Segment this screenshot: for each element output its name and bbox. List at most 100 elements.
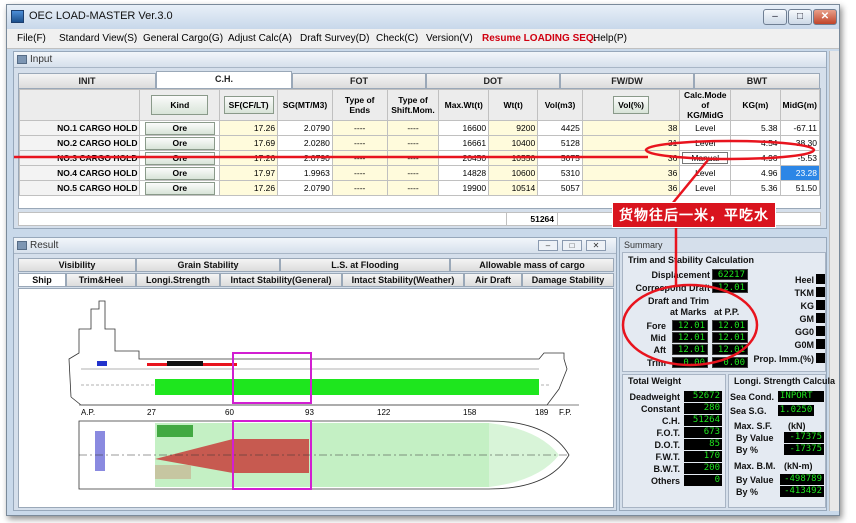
menu-adjust-calc[interactable]: Adjust Calc(A) bbox=[228, 33, 292, 44]
menu-version[interactable]: Version(V) bbox=[426, 33, 473, 44]
close-button[interactable]: ✕ bbox=[813, 9, 837, 25]
tab-air-draft[interactable]: Air Draft bbox=[464, 273, 522, 287]
summary-panel: Summary Trim and Stability Calculation D… bbox=[619, 237, 835, 511]
col-vol-pct[interactable]: Vol(%) bbox=[581, 89, 681, 121]
row-kind[interactable]: Ore bbox=[139, 180, 221, 196]
row-midg: -5.53 bbox=[779, 150, 821, 166]
row-type-shift[interactable]: ---- bbox=[386, 150, 440, 166]
result-close-button[interactable]: ✕ bbox=[586, 240, 606, 251]
col-vol: Vol(m3) bbox=[537, 89, 583, 121]
result-tabs-row2: Ship Trim&Heel Longi.Strength Intact Sta… bbox=[18, 273, 614, 287]
aft-pp-value: 12.01 bbox=[712, 344, 748, 355]
input-panel-header: Input bbox=[14, 52, 826, 68]
maximize-button[interactable]: □ bbox=[788, 9, 812, 25]
col-kg: KG(m) bbox=[730, 89, 781, 121]
row-type-ends[interactable]: ---- bbox=[331, 150, 388, 166]
table-row[interactable]: NO.1 CARGO HOLD Ore 17.26 2.0790 ---- ---- 166… bbox=[18, 120, 821, 136]
kind-button[interactable]: Ore bbox=[144, 181, 215, 195]
tab-fot[interactable]: FOT bbox=[292, 73, 426, 88]
sf-unit-label: (kN) bbox=[788, 421, 806, 431]
kind-button[interactable]: Ore bbox=[144, 151, 215, 165]
row-wt[interactable]: 10400 bbox=[488, 135, 539, 151]
kind-button[interactable]: Ore bbox=[144, 136, 215, 150]
row-kind[interactable]: Ore bbox=[139, 150, 221, 166]
tab-intact-weather[interactable]: Intact Stability(Weather) bbox=[342, 273, 464, 287]
table-row[interactable]: NO.2 CARGO HOLD Ore 17.69 2.0280 ---- ---- 166… bbox=[18, 135, 821, 151]
row-type-ends[interactable]: ---- bbox=[331, 165, 388, 181]
calc-mode-select[interactable]: Manual bbox=[682, 152, 729, 164]
tab-dot[interactable]: DOT bbox=[426, 73, 560, 88]
col-sf[interactable]: SF(CF/LT) bbox=[219, 89, 279, 121]
kind-button[interactable]: Ore bbox=[144, 166, 215, 180]
ship-view-canvas[interactable]: A.P. 27 60 93 122 158 189 F.P. bbox=[18, 288, 614, 508]
row-sf[interactable]: 17.26 bbox=[219, 180, 279, 196]
weight-value: 673 bbox=[684, 427, 722, 438]
row-vol-pct[interactable]: 36 bbox=[581, 150, 681, 166]
window-scrollbar[interactable] bbox=[829, 51, 839, 511]
tab-grain-stability[interactable]: Grain Stability bbox=[136, 258, 280, 272]
row-vol-pct[interactable]: 36 bbox=[581, 165, 681, 181]
row-wt[interactable]: 9200 bbox=[488, 120, 539, 136]
menu-general-cargo[interactable]: General Cargo(G) bbox=[143, 33, 223, 44]
tab-init[interactable]: INIT bbox=[18, 73, 156, 88]
tab-bwt[interactable]: BWT bbox=[694, 73, 820, 88]
row-kind[interactable]: Ore bbox=[139, 135, 221, 151]
menu-resume-loading-seq[interactable]: Resume LOADING SEQ. bbox=[482, 33, 596, 44]
row-wt[interactable]: 10514 bbox=[488, 180, 539, 196]
table-row[interactable]: NO.5 CARGO HOLD Ore 17.26 2.0790 ---- ---- 199… bbox=[18, 180, 821, 196]
menu-file[interactable]: File(F) bbox=[17, 33, 46, 44]
tab-fwdw[interactable]: FW/DW bbox=[560, 73, 694, 88]
result-minimize-button[interactable]: – bbox=[538, 240, 558, 251]
row-vol-pct[interactable]: 31 bbox=[581, 135, 681, 151]
row-type-shift[interactable]: ---- bbox=[386, 165, 440, 181]
tab-visibility[interactable]: Visibility bbox=[18, 258, 136, 272]
row-sf[interactable]: 17.26 bbox=[219, 150, 279, 166]
result-tabs-row1: Visibility Grain Stability L.S. at Flood… bbox=[18, 258, 614, 272]
tab-trim-heel[interactable]: Trim&Heel bbox=[66, 273, 136, 287]
row-kind[interactable]: Ore bbox=[139, 165, 221, 181]
row-calc-mode[interactable]: Manual bbox=[679, 150, 732, 166]
row-sf[interactable]: 17.97 bbox=[219, 165, 279, 181]
table-row[interactable]: NO.3 CARGO HOLD Ore 17.26 2.0790 ---- ---- 204… bbox=[18, 150, 821, 166]
row-wt[interactable]: 10550 bbox=[488, 150, 539, 166]
tab-longi-strength[interactable]: Longi.Strength bbox=[136, 273, 220, 287]
tab-ship[interactable]: Ship bbox=[18, 273, 66, 287]
kind-button[interactable]: Ore bbox=[144, 121, 215, 135]
menu-help[interactable]: Help(P) bbox=[593, 33, 627, 44]
row-vol-pct[interactable]: 36 bbox=[581, 180, 681, 196]
title-bar[interactable]: OEC LOAD-MASTER Ver.3.0 – □ ✕ bbox=[7, 5, 839, 29]
row-sf[interactable]: 17.26 bbox=[219, 120, 279, 136]
menu-draft-survey[interactable]: Draft Survey(D) bbox=[300, 33, 369, 44]
tab-intact-general[interactable]: Intact Stability(General) bbox=[220, 273, 342, 287]
tab-ch[interactable]: C.H. bbox=[156, 71, 292, 88]
row-type-shift[interactable]: ---- bbox=[386, 120, 440, 136]
cargo-hold-grid: Kind SF(CF/LT) SG(MT/M3) Type of Ends Ty… bbox=[18, 88, 821, 209]
row-calc-mode[interactable]: Level bbox=[679, 135, 732, 151]
tab-ls-flooding[interactable]: L.S. at Flooding bbox=[280, 258, 450, 272]
row-kind[interactable]: Ore bbox=[139, 120, 221, 136]
row-type-ends[interactable]: ---- bbox=[331, 135, 388, 151]
minimize-button[interactable]: – bbox=[763, 9, 787, 25]
row-calc-mode[interactable]: Level bbox=[679, 180, 732, 196]
row-wt[interactable]: 10600 bbox=[488, 165, 539, 181]
col-kind[interactable]: Kind bbox=[139, 89, 221, 121]
menu-check[interactable]: Check(C) bbox=[376, 33, 418, 44]
row-type-ends[interactable]: ---- bbox=[331, 180, 388, 196]
table-row[interactable]: NO.4 CARGO HOLD Ore 17.97 1.9963 ---- ---- 148… bbox=[18, 165, 821, 181]
weight-value: 85 bbox=[684, 439, 722, 450]
row-type-shift[interactable]: ---- bbox=[386, 135, 440, 151]
gg0-label: GG0 bbox=[794, 327, 814, 337]
ballast-plan-mark bbox=[95, 431, 105, 471]
result-maximize-button[interactable]: □ bbox=[562, 240, 582, 251]
col-midg: MidG(m) bbox=[779, 89, 821, 121]
row-calc-mode[interactable]: Level bbox=[679, 120, 732, 136]
row-type-ends[interactable]: ---- bbox=[331, 120, 388, 136]
row-vol-pct[interactable]: 38 bbox=[581, 120, 681, 136]
tab-allowable-mass[interactable]: Allowable mass of cargo bbox=[450, 258, 614, 272]
menu-standard-view[interactable]: Standard View(S) bbox=[59, 33, 137, 44]
row-calc-mode[interactable]: Level bbox=[679, 165, 732, 181]
tab-damage-stability[interactable]: Damage Stability bbox=[522, 273, 614, 287]
row-type-shift[interactable]: ---- bbox=[386, 180, 440, 196]
weight-label: Deadweight bbox=[629, 392, 680, 402]
row-sf[interactable]: 17.69 bbox=[219, 135, 279, 151]
